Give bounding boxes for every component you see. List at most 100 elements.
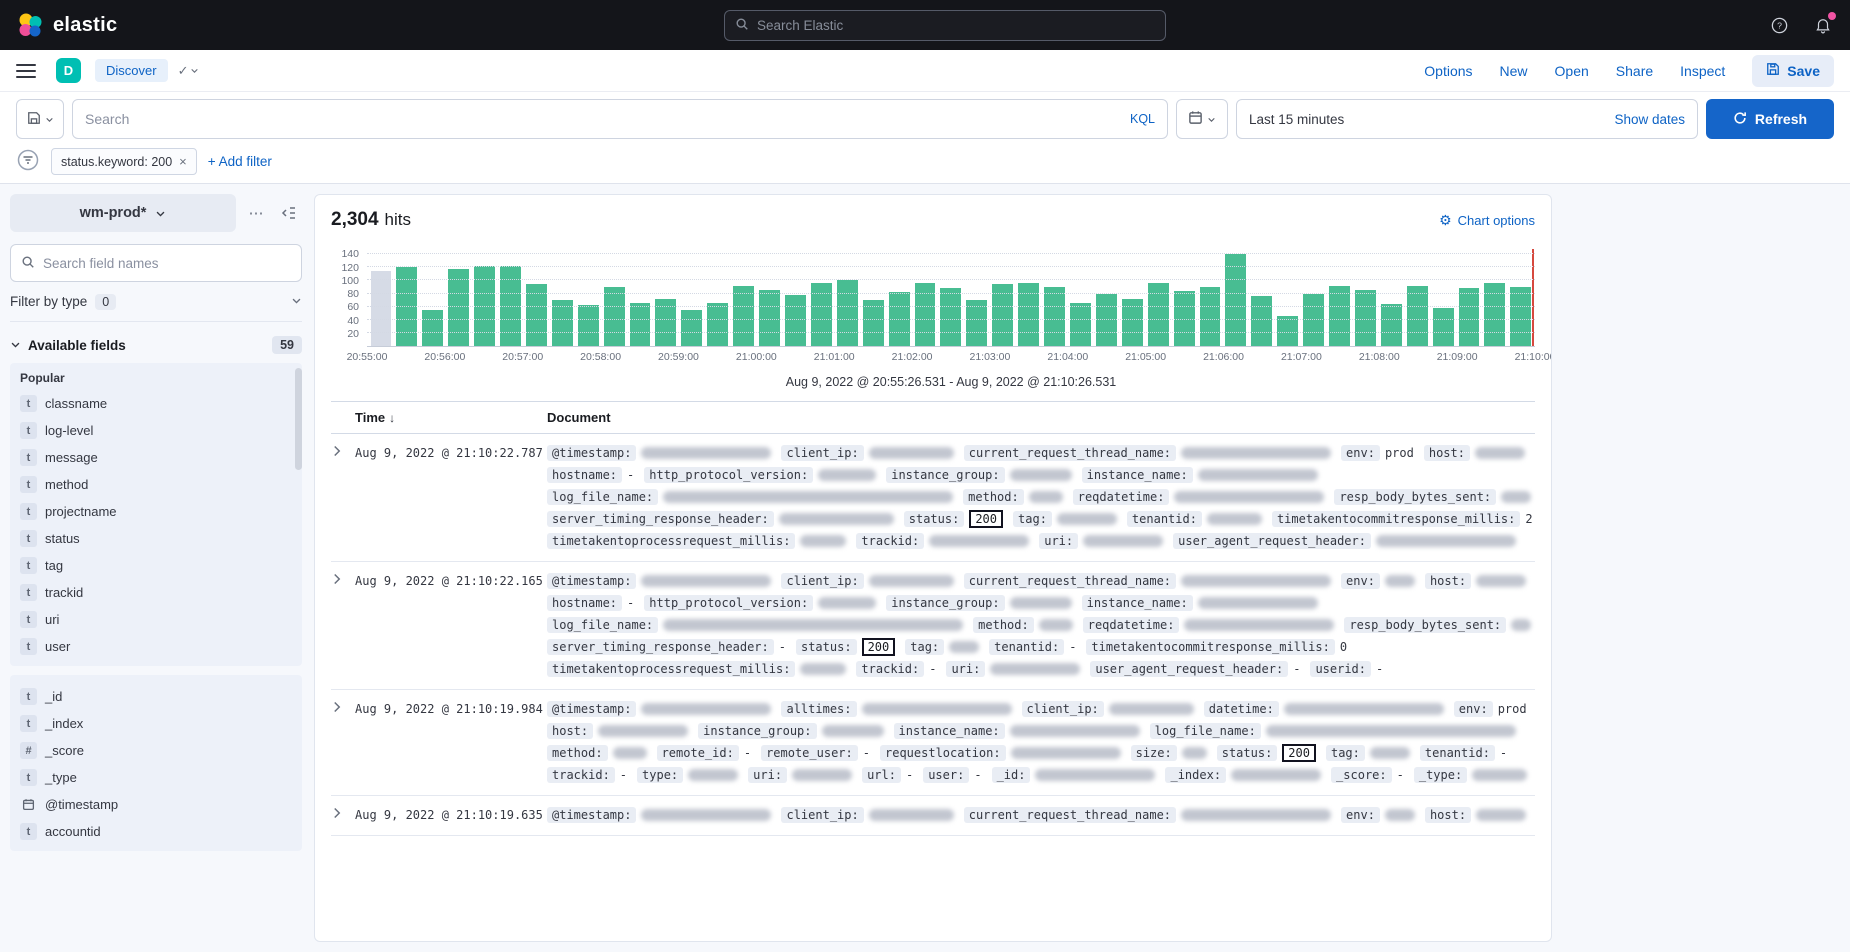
doc-field[interactable]: server_timing_response_header:- <box>547 638 786 655</box>
histogram-bar[interactable] <box>1044 287 1065 346</box>
field-item-trackid[interactable]: ttrackid <box>20 579 292 606</box>
doc-field[interactable]: instance_name: <box>894 722 1140 739</box>
open-link[interactable]: Open <box>1555 63 1589 79</box>
doc-field[interactable]: trackid: <box>856 532 1029 549</box>
histogram-bar[interactable] <box>604 287 625 346</box>
remove-filter-icon[interactable]: × <box>179 154 187 169</box>
doc-field[interactable]: client_ip: <box>781 572 953 589</box>
plot-area[interactable] <box>367 249 1535 347</box>
doc-field[interactable]: tag: <box>905 638 979 655</box>
field-item-_index[interactable]: t_index <box>20 710 292 737</box>
histogram-bar[interactable] <box>1459 288 1480 346</box>
histogram-bar[interactable] <box>371 271 392 346</box>
doc-field[interactable]: method: <box>963 488 1063 505</box>
field-item-_type[interactable]: t_type <box>20 764 292 791</box>
space-avatar[interactable]: D <box>56 58 81 83</box>
alerts-icon[interactable] <box>1812 14 1834 36</box>
histogram-bar[interactable] <box>966 300 987 346</box>
doc-field[interactable]: current_request_thread_name: <box>964 806 1331 823</box>
doc-field[interactable]: client_ip: <box>781 806 953 823</box>
doc-field[interactable]: @timestamp: <box>547 700 771 717</box>
histogram-bar[interactable] <box>681 310 702 346</box>
histogram-bar[interactable] <box>422 310 443 346</box>
doc-field[interactable]: remote_id:- <box>657 744 751 761</box>
doc-field[interactable]: @timestamp: <box>547 444 771 461</box>
saved-query-menu-button[interactable] <box>16 99 64 139</box>
time-range-control[interactable]: Last 15 minutes Show dates <box>1236 99 1698 139</box>
doc-field[interactable]: client_ip: <box>1022 700 1194 717</box>
show-dates-button[interactable]: Show dates <box>1614 112 1685 127</box>
histogram-bar[interactable] <box>1251 296 1272 346</box>
doc-field[interactable]: env:prod <box>1454 700 1527 717</box>
doc-field[interactable]: env:prod <box>1341 444 1414 461</box>
doc-field[interactable]: log_file_name: <box>547 488 953 505</box>
field-item-projectname[interactable]: tprojectname <box>20 498 292 525</box>
doc-field[interactable]: size: <box>1131 744 1207 761</box>
doc-field[interactable]: http_protocol_version: <box>644 594 876 611</box>
doc-field[interactable]: tenantid: <box>1127 510 1262 527</box>
histogram-bar[interactable] <box>1329 286 1350 346</box>
doc-field[interactable]: reqdatetime: <box>1073 488 1325 505</box>
doc-field[interactable]: instance_group: <box>886 466 1071 483</box>
histogram-bar[interactable] <box>863 300 884 346</box>
doc-field[interactable]: log_file_name: <box>547 616 963 633</box>
doc-field[interactable]: tenantid:- <box>989 638 1076 655</box>
save-button[interactable]: Save <box>1752 55 1834 87</box>
doc-field[interactable]: method: <box>973 616 1073 633</box>
doc-field[interactable]: hostname:- <box>547 466 634 483</box>
histogram-bar[interactable] <box>837 280 858 346</box>
sort-descending-icon[interactable]: ↓ <box>389 411 395 425</box>
doc-field[interactable]: uri: <box>748 766 852 783</box>
inspect-link[interactable]: Inspect <box>1680 63 1725 79</box>
field-item-accountid[interactable]: taccountid <box>20 818 292 845</box>
field-item-classname[interactable]: tclassname <box>20 390 292 417</box>
doc-field[interactable]: remote_user:- <box>761 744 870 761</box>
doc-field[interactable]: host: <box>1425 806 1526 823</box>
doc-field[interactable]: @timestamp: <box>547 572 771 589</box>
doc-field[interactable]: type: <box>637 766 738 783</box>
expand-row-button[interactable] <box>331 700 355 783</box>
doc-field[interactable]: env: <box>1341 572 1415 589</box>
doc-field[interactable]: hostname:- <box>547 594 634 611</box>
doc-field[interactable]: resp_body_bytes_sent: <box>1344 616 1531 633</box>
field-item-method[interactable]: tmethod <box>20 471 292 498</box>
date-picker-button[interactable] <box>1176 99 1228 139</box>
field-search-input[interactable] <box>43 256 291 271</box>
doc-field[interactable]: uri: <box>1039 532 1163 549</box>
field-item-_score[interactable]: #_score <box>20 737 292 764</box>
doc-field[interactable]: trackid:- <box>547 766 627 783</box>
doc-field[interactable]: tag: <box>1326 744 1410 761</box>
field-item-log-level[interactable]: tlog-level <box>20 417 292 444</box>
histogram-bar[interactable] <box>578 305 599 346</box>
doc-field[interactable]: tenantid:- <box>1420 744 1507 761</box>
histogram-bar[interactable] <box>1200 287 1221 346</box>
histogram-bar[interactable] <box>733 286 754 346</box>
field-item-user[interactable]: tuser <box>20 633 292 660</box>
help-icon[interactable]: ? <box>1768 14 1790 36</box>
doc-field[interactable]: resp_body_bytes_sent: <box>1334 488 1531 505</box>
doc-field[interactable]: host: <box>547 722 688 739</box>
doc-field[interactable]: instance_group: <box>886 594 1071 611</box>
new-link[interactable]: New <box>1500 63 1528 79</box>
add-filter-button[interactable]: + Add filter <box>208 154 272 169</box>
refresh-button[interactable]: Refresh <box>1706 99 1834 139</box>
global-search-input[interactable] <box>757 18 1155 33</box>
kql-language-button[interactable]: KQL <box>1130 112 1155 126</box>
saved-state-icon[interactable]: ✓ <box>178 63 200 79</box>
filter-menu-icon[interactable] <box>16 148 40 175</box>
doc-field[interactable]: _score:- <box>1331 766 1404 783</box>
doc-field[interactable]: @timestamp: <box>547 806 771 823</box>
histogram-bar[interactable] <box>1070 303 1091 346</box>
doc-field[interactable]: _type: <box>1414 766 1527 783</box>
histogram-bar[interactable] <box>940 288 961 346</box>
histogram-bar[interactable] <box>1510 287 1531 346</box>
doc-field[interactable]: instance_name: <box>1082 594 1318 611</box>
doc-field[interactable]: status:200 <box>1217 744 1316 761</box>
histogram-bar[interactable] <box>552 300 573 346</box>
doc-field[interactable]: uri: <box>946 660 1080 677</box>
options-link[interactable]: Options <box>1424 63 1472 79</box>
doc-field[interactable]: url:- <box>862 766 913 783</box>
doc-field[interactable]: current_request_thread_name: <box>964 444 1331 461</box>
doc-field[interactable]: method: <box>547 744 647 761</box>
collapse-sidebar-icon[interactable] <box>276 200 302 226</box>
